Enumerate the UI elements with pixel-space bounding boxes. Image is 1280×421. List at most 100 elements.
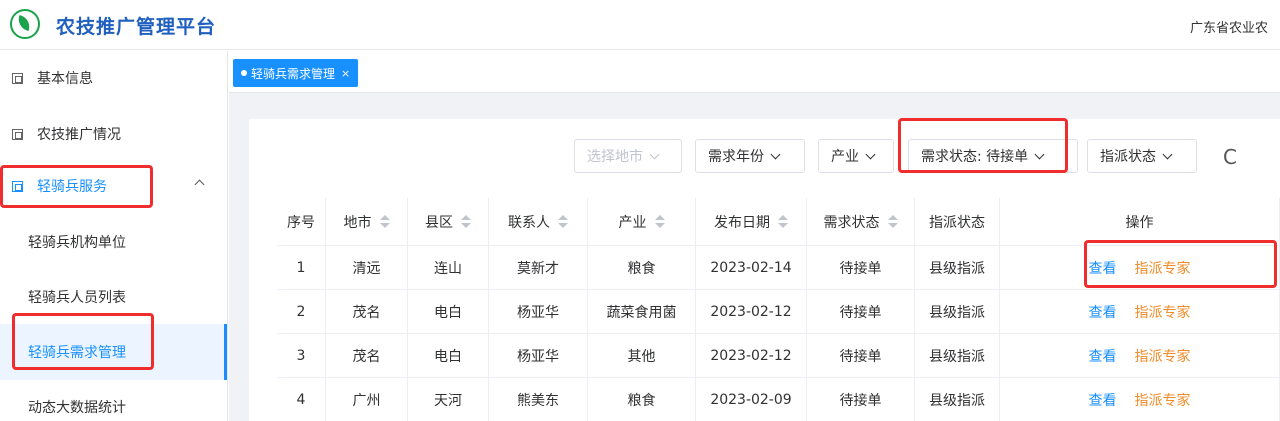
table-cell-district: 电白 [408, 334, 489, 378]
app-title: 农技推广管理平台 [56, 16, 217, 38]
table-header-cell[interactable]: 产业 [588, 198, 696, 246]
industry-select-label: 产业 [831, 149, 859, 165]
table-cell-no: 4 [277, 378, 326, 421]
table-header-label: 指派状态 [929, 214, 985, 231]
table-cell-assign: 县级指派 [915, 290, 1000, 334]
tab-demand-management[interactable]: 轻骑兵需求管理 × [233, 59, 359, 87]
city-select-label: 选择地市 [587, 149, 643, 165]
document-icon [12, 72, 23, 84]
chevron-down-icon [1162, 149, 1173, 159]
table-cell-industry: 其他 [588, 334, 696, 378]
table-cell-no: 3 [277, 334, 326, 378]
sort-caret-icon[interactable] [558, 215, 568, 228]
assign-expert-link[interactable]: 指派专家 [1135, 390, 1191, 410]
table-row: 2 茂名 电白 杨亚华 蔬菜食用菌 2023-02-12 待接单 县级指派 查看 指派专家 [277, 290, 1280, 334]
refresh-icon[interactable]: C [1223, 145, 1237, 169]
table-cell-no: 1 [277, 246, 326, 290]
table-cell-actions: 查看 指派专家 [1000, 290, 1280, 334]
table-row: 3 茂名 电白 杨亚华 其他 2023-02-12 待接单 县级指派 查看 指派专家 [277, 334, 1280, 378]
table-cell-date: 2023-02-14 [696, 246, 807, 290]
chevron-down-icon [865, 149, 876, 159]
close-icon[interactable]: × [341, 67, 350, 80]
view-link[interactable]: 查看 [1089, 346, 1117, 366]
table-cell-contact: 莫新才 [489, 246, 588, 290]
table-header-cell[interactable]: 县区 [408, 198, 489, 246]
table-cell-industry: 蔬菜食用菌 [588, 290, 696, 334]
table-cell-contact: 杨亚华 [489, 290, 588, 334]
table-header-cell[interactable]: 联系人 [489, 198, 588, 246]
assign-expert-link[interactable]: 指派专家 [1135, 302, 1191, 322]
year-select[interactable]: 需求年份 [695, 139, 805, 173]
table-cell-city: 茂名 [326, 290, 408, 334]
view-link[interactable]: 查看 [1089, 258, 1117, 278]
content-card: 选择地市 需求年份 产业 需求状态: 待接单 指派状态 C 序号 地市 县区 联系人 产… [249, 119, 1280, 421]
table-header-label: 县区 [425, 214, 453, 231]
status-select-label: 需求状态: 待接单 [921, 149, 1029, 165]
sort-caret-icon[interactable] [654, 215, 665, 228]
table-header-cell[interactable]: 需求状态 [807, 198, 915, 246]
assign-expert-link[interactable]: 指派专家 [1135, 346, 1191, 366]
table-cell-status: 待接单 [807, 290, 915, 334]
active-dot-icon [241, 70, 247, 76]
table-cell-contact: 熊美东 [489, 378, 588, 421]
table-cell-status: 待接单 [807, 334, 915, 378]
table-cell-assign: 县级指派 [915, 378, 1000, 421]
table-header-label: 联系人 [508, 214, 550, 231]
tab-label: 轻骑兵需求管理 [251, 66, 336, 81]
table-cell-actions: 查看 指派专家 [1000, 246, 1280, 290]
city-select[interactable]: 选择地市 [574, 139, 682, 173]
table-header-cell: 序号 [277, 198, 326, 246]
view-link[interactable]: 查看 [1089, 302, 1117, 322]
table-cell-industry: 粮食 [588, 378, 696, 421]
table-cell-industry: 粮食 [588, 246, 696, 290]
industry-select[interactable]: 产业 [818, 139, 894, 173]
chevron-up-icon [194, 179, 205, 190]
leaf-logo-icon [10, 9, 40, 39]
table-cell-date: 2023-02-12 [696, 334, 807, 378]
table-cell-actions: 查看 指派专家 [1000, 378, 1280, 421]
table-header-cell[interactable]: 地市 [326, 198, 408, 246]
table-cell-actions: 查看 指派专家 [1000, 334, 1280, 378]
assign-select-label: 指派状态 [1100, 149, 1156, 165]
table-row: 1 清远 连山 莫新才 粮食 2023-02-14 待接单 县级指派 查看 指派专家 [277, 246, 1280, 290]
sort-caret-icon[interactable] [461, 215, 471, 228]
sidebar-item-label: 轻骑兵服务 [37, 179, 107, 195]
table-row: 4 广州 天河 熊美东 粮食 2023-02-09 待接单 县级指派 查看 指派专家 [277, 378, 1280, 421]
table-header-label: 操作 [1125, 214, 1154, 231]
sidebar-item-extension[interactable]: 农技推广情况 [0, 107, 227, 161]
table-header-label: 发布日期 [714, 214, 770, 231]
table-cell-date: 2023-02-12 [696, 290, 807, 334]
sort-caret-icon[interactable] [887, 215, 898, 228]
table-header-cell[interactable]: 发布日期 [696, 198, 807, 246]
view-link[interactable]: 查看 [1089, 390, 1117, 410]
chevron-down-icon [649, 149, 660, 159]
sidebar-subitem-big-data-stats[interactable]: 动态大数据统计 [0, 379, 227, 421]
table-cell-district: 电白 [408, 290, 489, 334]
table-cell-city: 清远 [326, 246, 408, 290]
sidebar-item-basic-info[interactable]: 基本信息 [0, 51, 227, 105]
table-cell-district: 天河 [408, 378, 489, 421]
chevron-down-icon [770, 149, 781, 159]
table-header-label: 需求状态 [823, 214, 880, 231]
org-name: 广东省农业农 [1190, 21, 1269, 36]
sidebar-subitem-staff-list[interactable]: 轻骑兵人员列表 [0, 269, 227, 325]
table-header-label: 地市 [343, 214, 372, 231]
status-select[interactable]: 需求状态: 待接单 [908, 139, 1078, 173]
sort-caret-icon[interactable] [379, 215, 390, 228]
table-cell-district: 连山 [408, 246, 489, 290]
sidebar-item-cavalry-service[interactable]: 轻骑兵服务 [0, 159, 227, 213]
assign-status-select[interactable]: 指派状态 [1087, 139, 1197, 173]
assign-expert-link[interactable]: 指派专家 [1135, 258, 1191, 278]
sidebar-subitem-org-units[interactable]: 轻骑兵机构单位 [0, 214, 227, 270]
table-header-cell: 指派状态 [915, 198, 1000, 246]
table-header-label: 序号 [287, 214, 315, 231]
document-icon [12, 180, 23, 192]
sidebar-subitem-demand-management[interactable]: 轻骑兵需求管理 [0, 324, 227, 380]
table-cell-status: 待接单 [807, 378, 915, 421]
tab-bar: 轻骑兵需求管理 × [229, 51, 1280, 93]
year-select-label: 需求年份 [708, 149, 764, 165]
table-cell-assign: 县级指派 [915, 246, 1000, 290]
sidebar-item-label: 农技推广情况 [37, 127, 121, 143]
table-cell-contact: 杨亚华 [489, 334, 588, 378]
sort-caret-icon[interactable] [778, 215, 788, 228]
